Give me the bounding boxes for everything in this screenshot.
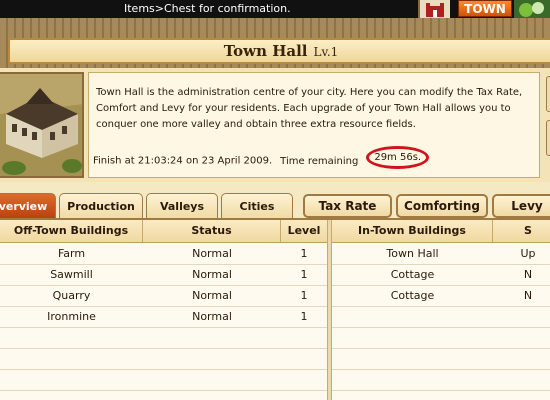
tax-rate-button[interactable]: Tax Rate — [303, 194, 392, 218]
empty-row — [332, 348, 550, 370]
col-off-town-buildings[interactable]: Off-Town Buildings — [0, 220, 143, 242]
level-cell: 1 — [300, 289, 308, 302]
comforting-button[interactable]: Comforting — [396, 194, 488, 218]
town-button[interactable]: TOWN — [458, 0, 512, 17]
building-name-cell: Ironmine — [47, 310, 96, 323]
level-cell: 1 — [300, 247, 308, 260]
status-cell: Up — [520, 247, 536, 260]
status-cell: Normal — [192, 310, 232, 323]
empty-row — [332, 306, 550, 328]
status-cell: N — [523, 268, 533, 281]
tab-overview[interactable]: verview — [0, 193, 56, 219]
tab-valleys[interactable]: Valleys — [146, 193, 218, 219]
empty-row — [0, 369, 327, 391]
table-row[interactable]: Town Hall Up — [332, 243, 550, 265]
empty-row — [332, 327, 550, 349]
side-button-destroy[interactable] — [546, 120, 550, 156]
top-bar: Items>Chest for confirmation. TOWN — [0, 0, 550, 18]
finish-time: Finish at 21:03:24 on 23 April 2009. — [93, 155, 273, 167]
empty-row — [0, 327, 327, 349]
col-in-town-buildings[interactable]: In-Town Buildings — [332, 220, 493, 242]
building-name-cell: Cottage — [390, 289, 435, 302]
finish-line: Finish at 21:03:24 on 23 April 2009. Time… — [93, 146, 430, 169]
castle-icon[interactable] — [418, 0, 450, 18]
tab-cities[interactable]: Cities — [221, 193, 293, 219]
table-row[interactable]: Ironmine Normal 1 — [0, 306, 327, 328]
status-cell: N — [523, 289, 533, 302]
remaining-label: Time remaining — [280, 155, 359, 167]
building-name-cell: Town Hall — [386, 247, 439, 260]
table-row[interactable]: Cottage N — [332, 285, 550, 307]
status-cell: Normal — [192, 247, 232, 260]
building-name-cell: Cottage — [390, 268, 435, 281]
world-map-icon[interactable] — [514, 0, 550, 18]
in-town-header: In-Town Buildings S — [332, 220, 550, 243]
table-row[interactable]: Cottage N — [332, 264, 550, 286]
col-level[interactable]: Level — [281, 220, 327, 242]
level-cell: 1 — [300, 268, 308, 281]
table-row[interactable]: Farm Normal 1 — [0, 243, 327, 265]
remaining-value: 29m 56s. — [366, 146, 430, 169]
side-button-upgrade[interactable] — [546, 76, 550, 112]
building-name-cell: Farm — [57, 247, 86, 260]
levy-button[interactable]: Levy — [492, 194, 550, 218]
empty-row — [0, 348, 327, 370]
level-cell: 1 — [300, 310, 308, 323]
in-town-table: In-Town Buildings S Town Hall Up Cottage… — [332, 220, 550, 400]
building-name: Town Hall — [223, 42, 308, 60]
tab-production[interactable]: Production — [59, 193, 143, 219]
top-message: Items>Chest for confirmation. — [124, 2, 291, 15]
description-text: Town Hall is the administration centre o… — [96, 87, 523, 130]
off-town-table: Off-Town Buildings Status Level Farm Nor… — [0, 220, 327, 400]
table-row[interactable]: Sawmill Normal 1 — [0, 264, 327, 286]
title-banner: Town Hall Lv.1 — [8, 38, 550, 64]
status-cell: Normal — [192, 289, 232, 302]
building-name-cell: Sawmill — [50, 268, 93, 281]
town-hall-image — [0, 72, 84, 178]
col-status[interactable]: S — [493, 220, 550, 242]
building-level: Lv.1 — [313, 45, 339, 59]
description-box: Town Hall is the administration centre o… — [88, 72, 540, 178]
empty-row — [332, 369, 550, 391]
off-town-header: Off-Town Buildings Status Level — [0, 220, 327, 243]
col-status[interactable]: Status — [143, 220, 281, 242]
building-name-cell: Quarry — [52, 289, 91, 302]
page-title: Town Hall Lv.1 — [10, 42, 550, 60]
status-cell: Normal — [192, 268, 232, 281]
table-row[interactable]: Quarry Normal 1 — [0, 285, 327, 307]
